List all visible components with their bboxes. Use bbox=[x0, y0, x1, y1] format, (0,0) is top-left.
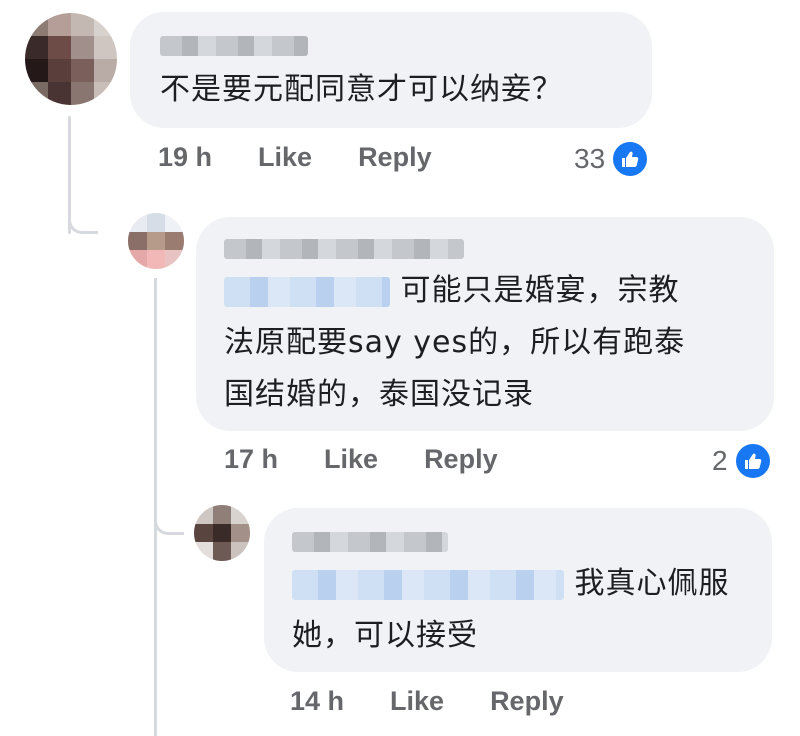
reaction-count: 2 bbox=[712, 445, 728, 476]
comment-bubble: 我真心佩服 她，可以接受 bbox=[264, 508, 772, 672]
reply-button[interactable]: Reply bbox=[424, 444, 498, 475]
like-button[interactable]: Like bbox=[258, 142, 312, 173]
comment-text: 可能只是婚宴，宗教 法原配要say yes的，所以有跑泰 国结婚的，泰国没记录 bbox=[224, 265, 744, 421]
thumbs-up-icon bbox=[733, 442, 772, 480]
comment-text-line: 我真心佩服 bbox=[574, 566, 730, 601]
avatar[interactable] bbox=[25, 13, 117, 105]
reaction-summary[interactable]: 33 bbox=[574, 140, 650, 178]
comment-actions: 14 h Like Reply bbox=[290, 686, 564, 717]
comment-text: 我真心佩服 她，可以接受 bbox=[292, 558, 742, 662]
comment-text-line: 她，可以接受 bbox=[292, 618, 478, 653]
author-name-blurred[interactable] bbox=[160, 36, 308, 56]
author-name-blurred[interactable] bbox=[292, 532, 448, 552]
comment-actions: 17 h Like Reply bbox=[224, 444, 498, 475]
like-button[interactable]: Like bbox=[390, 686, 444, 717]
avatar[interactable] bbox=[128, 213, 184, 269]
author-name-blurred[interactable] bbox=[224, 239, 464, 259]
comment-thread: 不是要元配同意才可以纳妾？ 19 h Like Reply 33 可能只是婚宴，… bbox=[0, 0, 800, 736]
comment-text: 不是要元配同意才可以纳妾？ bbox=[160, 72, 563, 107]
reaction-summary[interactable]: 2 bbox=[712, 442, 772, 480]
comment-text-line: 法原配要say yes的，所以有跑泰 bbox=[224, 325, 686, 360]
like-button[interactable]: Like bbox=[324, 444, 378, 475]
reply-button[interactable]: Reply bbox=[490, 686, 564, 717]
comment-text-line: 可能只是婚宴，宗教 bbox=[400, 273, 680, 308]
reaction-count: 33 bbox=[574, 143, 606, 174]
thumbs-up-icon bbox=[611, 140, 650, 178]
comment-time[interactable]: 14 h bbox=[290, 686, 344, 717]
reply-button[interactable]: Reply bbox=[358, 142, 432, 173]
thread-connector bbox=[154, 505, 184, 535]
avatar[interactable] bbox=[194, 505, 250, 561]
comment-text-line: 国结婚的，泰国没记录 bbox=[224, 377, 534, 412]
comment-time[interactable]: 19 h bbox=[158, 142, 212, 173]
thread-connector bbox=[68, 205, 98, 234]
comment-bubble: 可能只是婚宴，宗教 法原配要say yes的，所以有跑泰 国结婚的，泰国没记录 bbox=[196, 217, 774, 431]
comment-time[interactable]: 17 h bbox=[224, 444, 278, 475]
comment-bubble: 不是要元配同意才可以纳妾？ bbox=[130, 12, 652, 128]
mention-blurred[interactable] bbox=[224, 276, 390, 307]
mention-blurred[interactable] bbox=[292, 569, 564, 600]
comment-actions: 19 h Like Reply bbox=[158, 142, 432, 173]
